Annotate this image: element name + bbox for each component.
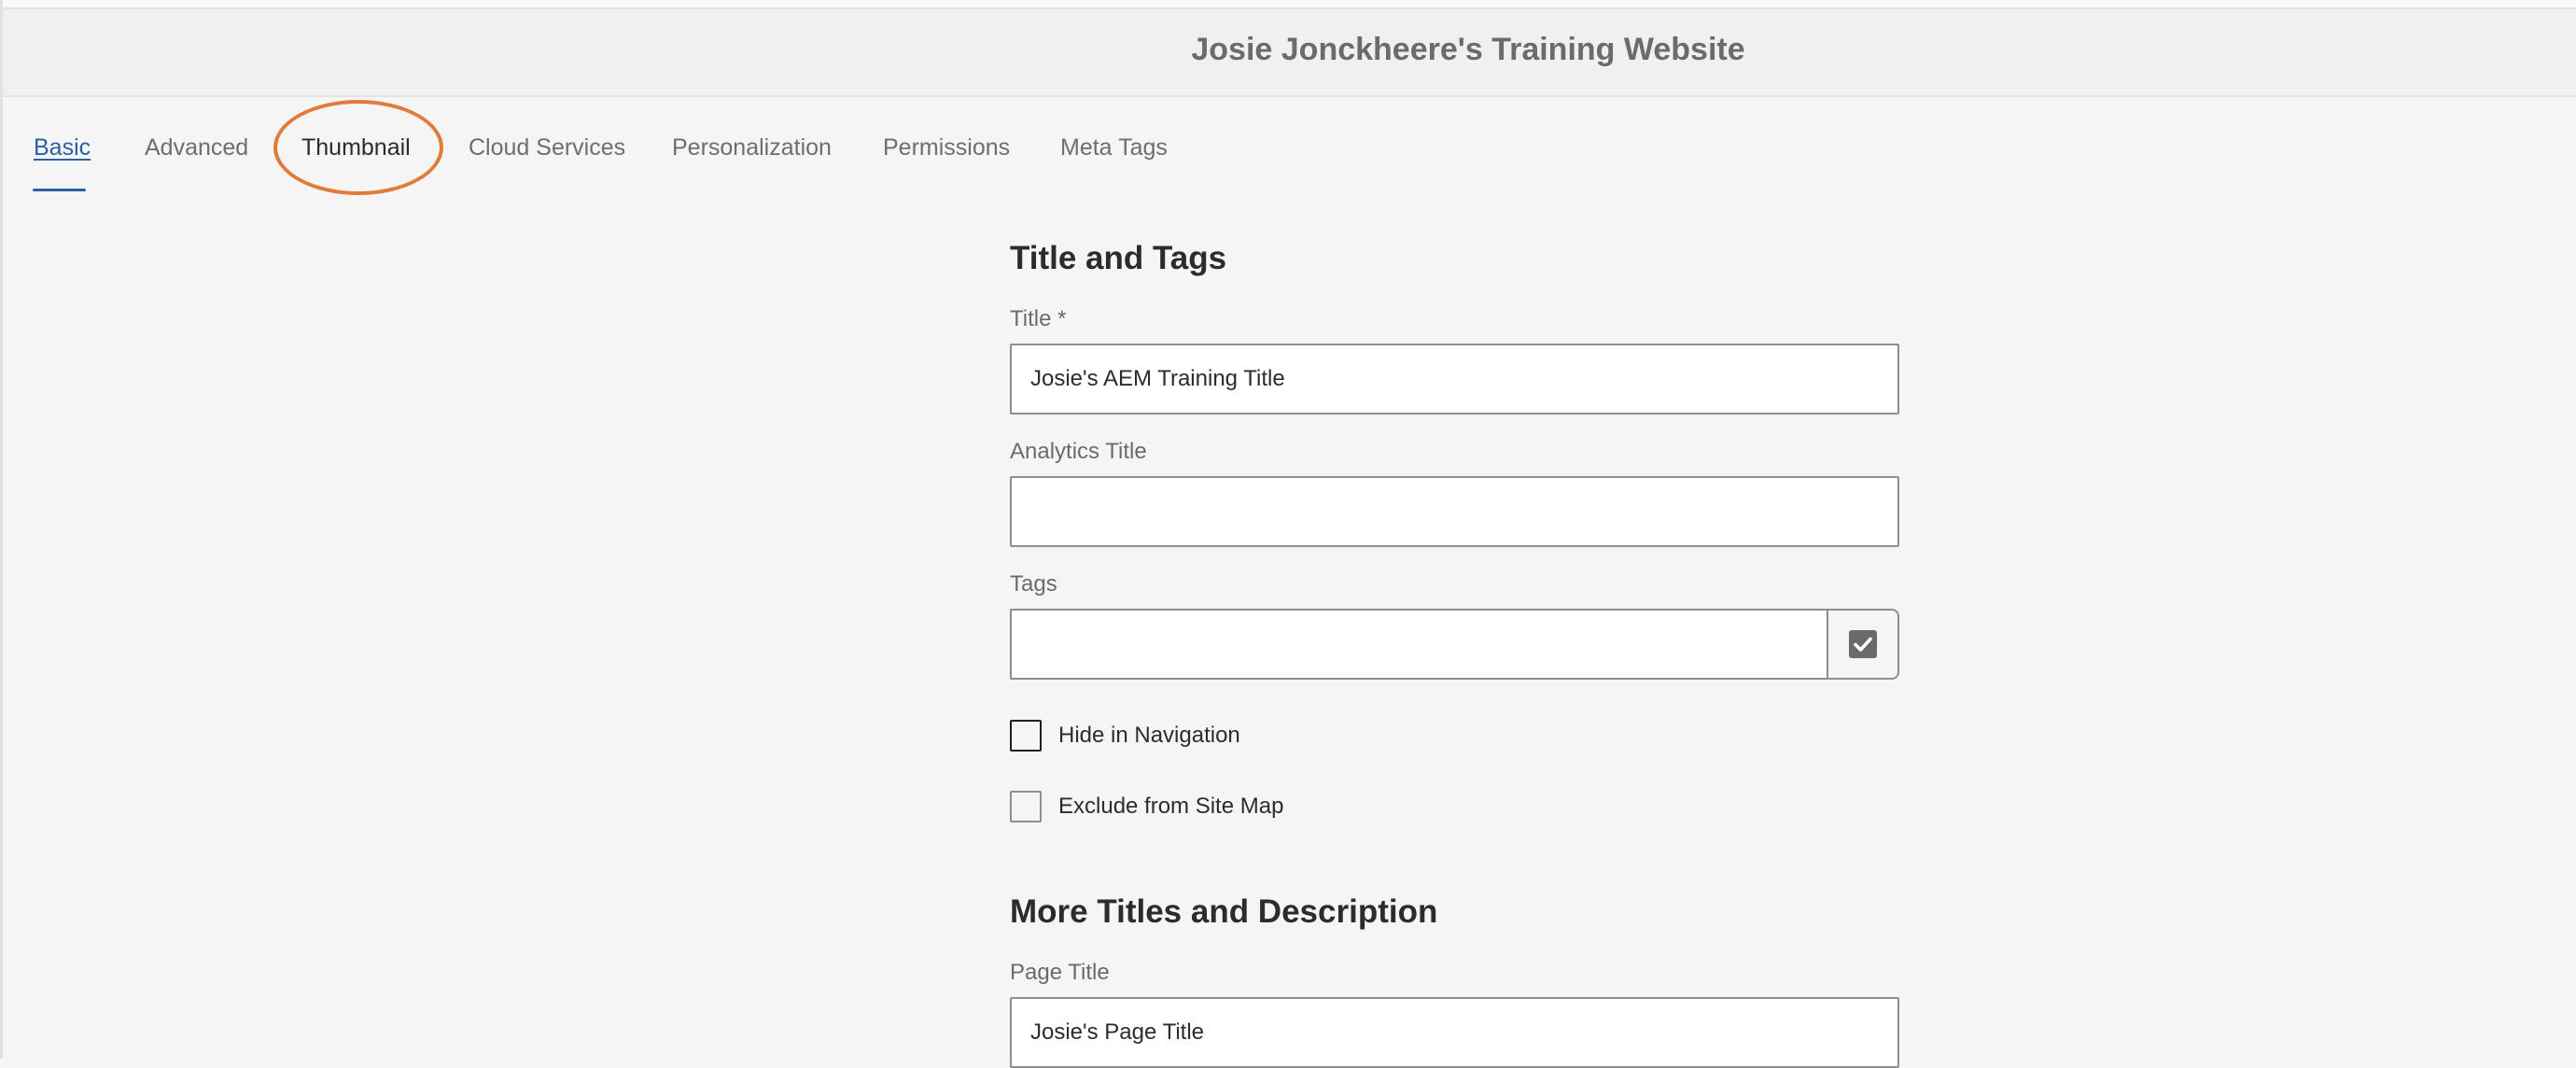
- tab-basic[interactable]: Basic: [34, 134, 91, 162]
- tab-cloud-services[interactable]: Cloud Services: [469, 134, 625, 162]
- tab-advanced[interactable]: Advanced: [145, 134, 248, 162]
- page-title-input[interactable]: [1010, 997, 1899, 1068]
- page-title-label: Page Title: [1010, 960, 1110, 985]
- page-properties-dialog: Josie Jonckheere's Training Website Basi…: [0, 0, 2576, 1068]
- title-and-tags-heading: Title and Tags: [1010, 240, 1227, 276]
- tab-bar: Basic Advanced Thumbnail Cloud Services …: [3, 97, 2576, 200]
- title-input[interactable]: [1010, 344, 1899, 415]
- active-tab-indicator: [33, 189, 86, 191]
- tags-input[interactable]: [1010, 609, 1827, 680]
- tab-meta-tags[interactable]: Meta Tags: [1060, 134, 1168, 162]
- exclude-from-site-map-row[interactable]: Exclude from Site Map: [1010, 789, 1283, 824]
- tab-personalization[interactable]: Personalization: [672, 134, 832, 162]
- hide-in-navigation-label: Hide in Navigation: [1058, 723, 1240, 748]
- hide-in-navigation-row[interactable]: Hide in Navigation: [1010, 718, 1240, 753]
- exclude-from-site-map-checkbox[interactable]: [1010, 791, 1042, 822]
- checkbox-check-icon: [1849, 630, 1877, 658]
- exclude-from-site-map-label: Exclude from Site Map: [1058, 794, 1284, 819]
- tags-label: Tags: [1010, 571, 1057, 597]
- tags-field: [1010, 609, 1899, 680]
- page-title: Josie Jonckheere's Training Website: [1191, 32, 1745, 67]
- top-strip: [3, 0, 2576, 9]
- title-label: Title *: [1010, 306, 1067, 331]
- analytics-title-input[interactable]: [1010, 476, 1899, 547]
- tags-picker-button[interactable]: [1827, 609, 1899, 680]
- tab-thumbnail[interactable]: Thumbnail: [301, 134, 411, 162]
- tab-permissions[interactable]: Permissions: [883, 134, 1010, 162]
- hide-in-navigation-checkbox[interactable]: [1010, 720, 1042, 752]
- analytics-title-label: Analytics Title: [1010, 439, 1147, 464]
- header: Josie Jonckheere's Training Website: [3, 9, 2576, 97]
- more-titles-heading: More Titles and Description: [1010, 893, 1438, 930]
